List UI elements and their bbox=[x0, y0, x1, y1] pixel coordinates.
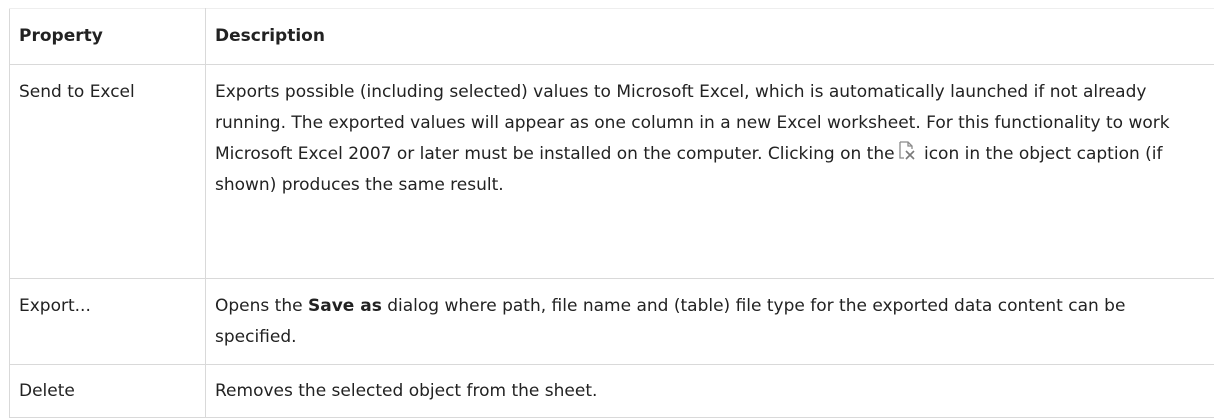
excel-export-icon bbox=[897, 141, 917, 161]
save-as-label: Save as bbox=[308, 296, 382, 316]
table-row: Send to Excel Exports possible (includin… bbox=[10, 65, 1214, 279]
description-cell: Exports possible (including selected) va… bbox=[206, 65, 1214, 279]
property-cell: Send to Excel bbox=[10, 65, 206, 279]
table-row: Export... Opens the Save as dialog where… bbox=[10, 279, 1214, 365]
description-cell: Opens the Save as dialog where path, fil… bbox=[206, 279, 1214, 365]
description-text: Opens the bbox=[215, 296, 303, 316]
column-header-property: Property bbox=[10, 9, 206, 65]
property-cell: Export... bbox=[10, 279, 206, 365]
column-header-description: Description bbox=[206, 9, 1214, 65]
page: Property Description Send to Excel Expor… bbox=[0, 0, 1214, 416]
table-row: Delete Removes the selected object from … bbox=[10, 365, 1214, 418]
description-cell: Removes the selected object from the she… bbox=[206, 365, 1214, 418]
property-cell: Delete bbox=[10, 365, 206, 418]
properties-table: Property Description Send to Excel Expor… bbox=[9, 8, 1214, 418]
table-header-row: Property Description bbox=[10, 9, 1214, 65]
